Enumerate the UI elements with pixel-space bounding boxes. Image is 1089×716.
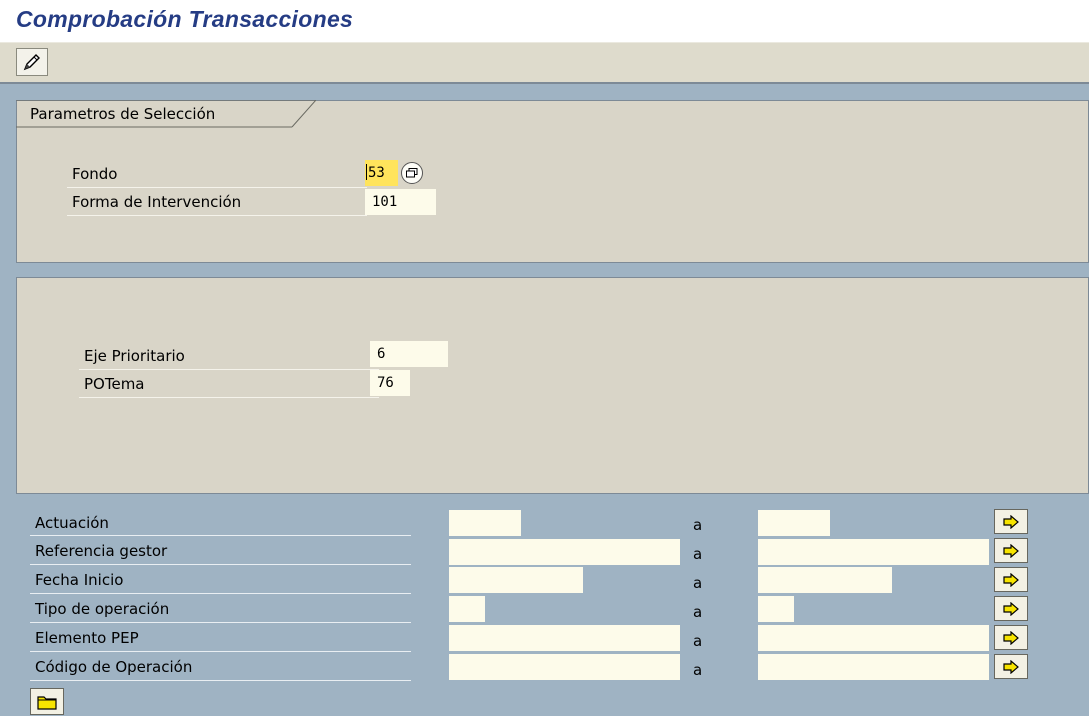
fecha-inicio-label: Fecha Inicio — [35, 571, 124, 589]
axis-group: Eje Prioritario 6 POTema 76 — [16, 277, 1089, 494]
range-separator: a — [693, 516, 703, 534]
arrow-right-icon — [1003, 659, 1019, 674]
row-underline — [30, 622, 411, 623]
group-title: Parametros de Selección — [30, 105, 216, 123]
tipo-operacion-multiple-selection-button[interactable] — [994, 596, 1028, 621]
folder-icon — [37, 695, 57, 710]
eje-prioritario-label: Eje Prioritario — [84, 347, 185, 365]
fondo-help-button[interactable] — [401, 162, 423, 184]
referencia-gestor-label: Referencia gestor — [35, 542, 168, 560]
selection-parameters-group: Parametros de Selección Fondo 53 Forma d… — [16, 100, 1089, 263]
actuacion-label: Actuación — [35, 514, 109, 532]
forma-intervencion-label: Forma de Intervención — [72, 193, 242, 211]
page-title: Comprobación Transacciones — [16, 6, 354, 32]
potema-input[interactable]: 76 — [370, 370, 410, 396]
actuacion-high-input[interactable] — [758, 510, 830, 536]
pencil-icon — [23, 54, 40, 71]
codigo-operacion-high-input[interactable] — [758, 654, 989, 680]
fecha-inicio-low-input[interactable] — [449, 567, 583, 593]
codigo-operacion-label: Código de Operación — [35, 658, 193, 676]
application-toolbar — [0, 42, 1089, 84]
main-area: Parametros de Selección Fondo 53 Forma d… — [0, 84, 1089, 716]
codigo-operacion-multiple-selection-button[interactable] — [994, 654, 1028, 679]
arrow-right-icon — [1003, 630, 1019, 645]
row-underline — [30, 535, 411, 536]
fondo-value: 53 — [368, 165, 385, 181]
referencia-gestor-multiple-selection-button[interactable] — [994, 538, 1028, 563]
matchcode-icon — [406, 168, 418, 178]
range-separator: a — [693, 632, 703, 650]
referencia-gestor-low-input[interactable] — [449, 539, 680, 565]
potema-label: POTema — [84, 375, 145, 393]
fecha-inicio-multiple-selection-button[interactable] — [994, 567, 1028, 592]
range-separator: a — [693, 603, 703, 621]
elemento-pep-high-input[interactable] — [758, 625, 989, 651]
forma-underline — [67, 215, 367, 216]
elemento-pep-multiple-selection-button[interactable] — [994, 625, 1028, 650]
range-separator: a — [693, 574, 703, 592]
elemento-pep-label: Elemento PEP — [35, 629, 139, 647]
eje-underline — [79, 369, 379, 370]
arrow-right-icon — [1003, 514, 1019, 529]
row-underline — [30, 564, 411, 565]
text-cursor — [366, 164, 367, 180]
tipo-operacion-low-input[interactable] — [449, 596, 485, 622]
fondo-label: Fondo — [72, 165, 118, 183]
eje-prioritario-input[interactable]: 6 — [370, 341, 448, 367]
execute-button[interactable] — [30, 688, 64, 715]
fondo-underline — [67, 187, 367, 188]
row-underline — [30, 651, 411, 652]
edit-button[interactable] — [16, 48, 48, 76]
elemento-pep-low-input[interactable] — [449, 625, 680, 651]
arrow-right-icon — [1003, 543, 1019, 558]
arrow-right-icon — [1003, 601, 1019, 616]
actuacion-multiple-selection-button[interactable] — [994, 509, 1028, 534]
range-separator: a — [693, 661, 703, 679]
fondo-input[interactable]: 53 — [365, 160, 398, 186]
range-separator: a — [693, 545, 703, 563]
potema-underline — [79, 397, 379, 398]
tipo-operacion-label: Tipo de operación — [35, 600, 170, 618]
row-underline — [30, 593, 411, 594]
actuacion-low-input[interactable] — [449, 510, 521, 536]
row-underline — [30, 680, 411, 681]
fecha-inicio-high-input[interactable] — [758, 567, 892, 593]
arrow-right-icon — [1003, 572, 1019, 587]
codigo-operacion-low-input[interactable] — [449, 654, 680, 680]
tipo-operacion-high-input[interactable] — [758, 596, 794, 622]
referencia-gestor-high-input[interactable] — [758, 539, 989, 565]
forma-intervencion-input[interactable]: 101 — [365, 189, 436, 215]
